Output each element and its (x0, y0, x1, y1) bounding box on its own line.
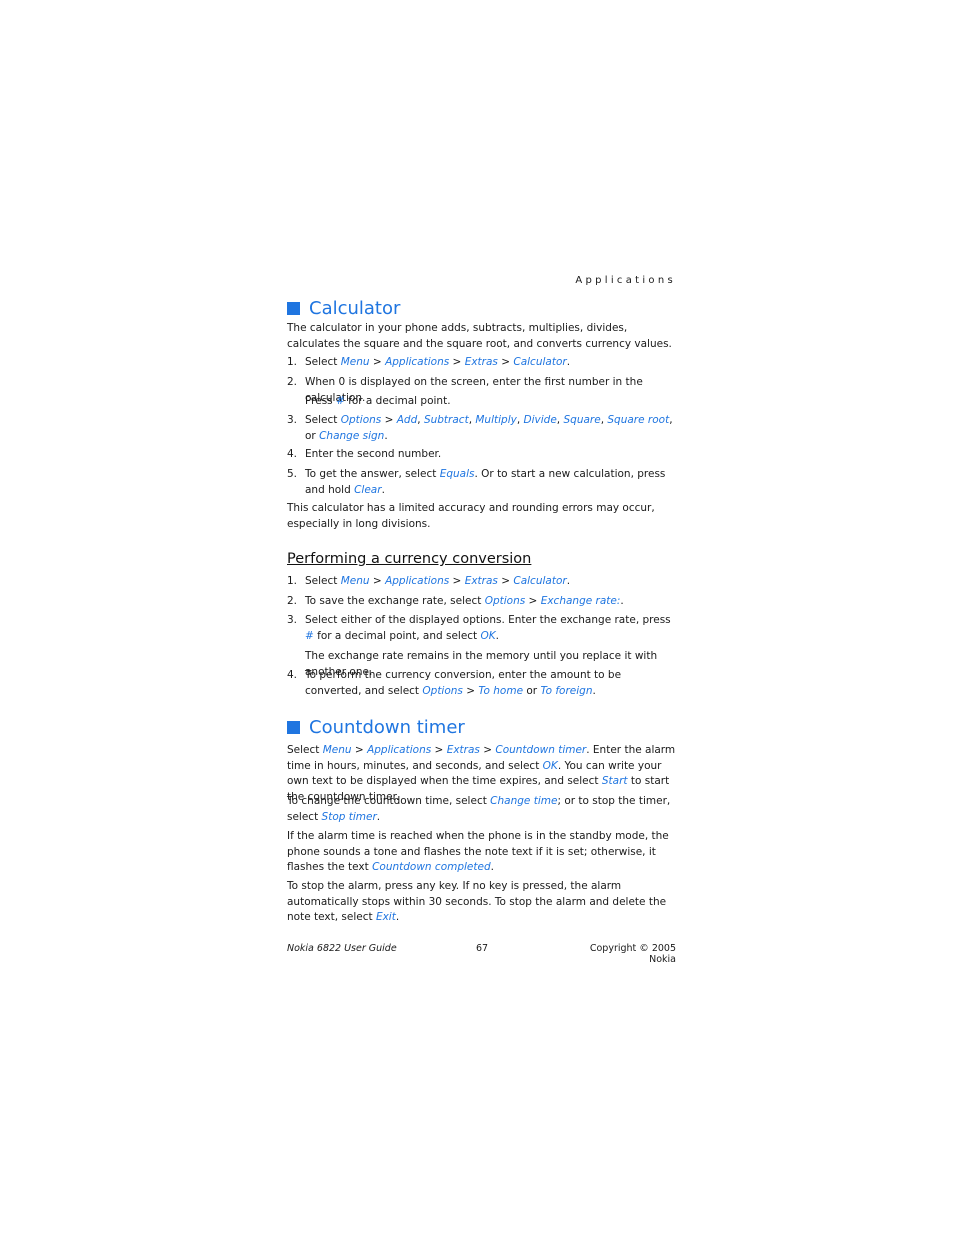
menu-path-link: Multiply (475, 414, 517, 426)
section-square-icon (287, 302, 300, 315)
rich: Select Options > Add, Subtract, Multiply… (305, 413, 679, 444)
countdown-title: Countdown timer (309, 717, 465, 738)
menu-path-link: Divide (523, 414, 557, 426)
plain-text: Select (287, 744, 323, 756)
menu-path-link: Change time (490, 795, 558, 807)
footer-page-number: 67 (476, 943, 489, 954)
rich: To get the answer, select Equals. Or to … (305, 467, 679, 498)
menu-path-link: Stop timer (321, 810, 377, 823)
plain-text: . (381, 483, 385, 496)
currency-heading: Performing a currency conversion (287, 551, 532, 567)
plain-text: > (351, 744, 368, 756)
plain-text: > (369, 356, 386, 368)
menu-path-link: Add (396, 414, 418, 426)
plain-text: . (566, 356, 571, 368)
plain-text: Press (305, 395, 336, 407)
menu-path-link: Exchange rate: (540, 595, 621, 607)
rich: Select either of the displayed options. … (305, 613, 679, 644)
menu-path-link: Calculator (513, 356, 567, 368)
menu-path-link: Square root (607, 414, 670, 426)
plain-text: > (497, 356, 514, 368)
plain-text: or (523, 684, 541, 697)
plain-text: . (566, 575, 571, 587)
plain-text: > (381, 414, 397, 426)
menu-path-link: Square (563, 414, 601, 426)
plain-text: > (449, 356, 465, 368)
plain-text: > (525, 595, 541, 607)
plain-text: Select either of the displayed options. … (305, 614, 671, 626)
menu-path-link: Countdown timer (495, 744, 587, 756)
plain-text: > (479, 744, 496, 756)
menu-path-link: To foreign (540, 684, 593, 697)
menu-path-link: Options (422, 684, 463, 697)
rich: Select Menu > Applications > Extras > Ca… (305, 574, 679, 590)
plain-text: . (592, 684, 596, 697)
rich: Select Menu > Applications > Extras > Ca… (305, 355, 679, 371)
menu-path-link: # (305, 629, 314, 642)
plain-text: , (417, 414, 424, 426)
plain-text: To save the exchange rate, select (305, 595, 485, 607)
menu-path-link: Subtract (423, 414, 469, 426)
plain-text: for a decimal point. (344, 395, 451, 407)
menu-path-link: Start (601, 775, 628, 788)
countdown-para-4: To stop the alarm, press any key. If no … (287, 879, 679, 926)
countdown-para-3: If the alarm time is reached when the ph… (287, 829, 679, 876)
menu-path-link: Countdown completed (372, 861, 491, 874)
menu-path-link: Extras (446, 744, 480, 756)
plain-text: > (431, 744, 447, 756)
calculator-intro: The calculator in your phone adds, subtr… (287, 322, 672, 350)
menu-path-link: Extras (464, 575, 498, 587)
plain-text: Select (305, 575, 341, 587)
plain-text: Select (305, 414, 341, 426)
countdown-para-2: To change the countdown time, select Cha… (287, 794, 679, 825)
plain-text: > (497, 575, 514, 587)
plain-text: > (462, 684, 479, 697)
menu-path-link: Extras (464, 356, 498, 368)
menu-path-link: OK (480, 629, 496, 642)
plain-text: . (395, 911, 400, 924)
menu-path-link: To home (478, 684, 524, 697)
plain-text: Select (305, 356, 341, 368)
plain-text: > (449, 575, 465, 587)
rich: To perform the currency conversion, ente… (305, 668, 679, 699)
section-square-icon (287, 721, 300, 734)
calculator-title: Calculator (309, 298, 401, 319)
running-head: Applications (575, 275, 676, 286)
plain-text: . (490, 861, 494, 874)
plain-text: To change the countdown time, select (287, 795, 491, 807)
menu-path-link: Clear (354, 483, 382, 496)
plain-text: . (495, 629, 500, 642)
plain-text: To get the answer, select (305, 468, 440, 480)
plain-text: . (384, 429, 388, 442)
plain-text: . (620, 595, 624, 607)
footer-guide-title: Nokia 6822 User Guide (287, 943, 397, 954)
menu-path-link: OK (542, 759, 558, 772)
calculator-note: This calculator has a limited accuracy a… (287, 502, 655, 530)
menu-path-link: Menu (340, 575, 370, 587)
rich: Press # for a decimal point. (305, 394, 679, 410)
calculator-heading: Calculator (287, 298, 400, 319)
menu-path-link: Equals (439, 468, 475, 480)
plain-text: > (369, 575, 386, 587)
menu-path-link: Applications (385, 356, 450, 368)
plain-text: To stop the alarm, press any key. If no … (287, 880, 667, 924)
menu-path-link: Applications (385, 575, 450, 587)
menu-path-link: Menu (340, 356, 370, 368)
menu-path-link: Calculator (513, 575, 567, 587)
menu-path-link: Menu (322, 744, 352, 756)
menu-path-link: Exit (375, 911, 396, 924)
rich: To save the exchange rate, select Option… (305, 594, 679, 610)
countdown-heading: Countdown timer (287, 717, 465, 738)
plain-text: , (516, 414, 524, 426)
menu-path-link: Options (340, 414, 382, 426)
plain-text: for a decimal point, and select (313, 629, 481, 642)
plain-text: . (376, 810, 381, 823)
menu-path-link: Applications (367, 744, 432, 756)
menu-path-link: # (335, 395, 345, 407)
menu-path-link: Options (484, 595, 526, 607)
menu-path-link: Change sign (319, 429, 385, 442)
footer-copyright: Copyright © 2005 Nokia (589, 943, 676, 965)
